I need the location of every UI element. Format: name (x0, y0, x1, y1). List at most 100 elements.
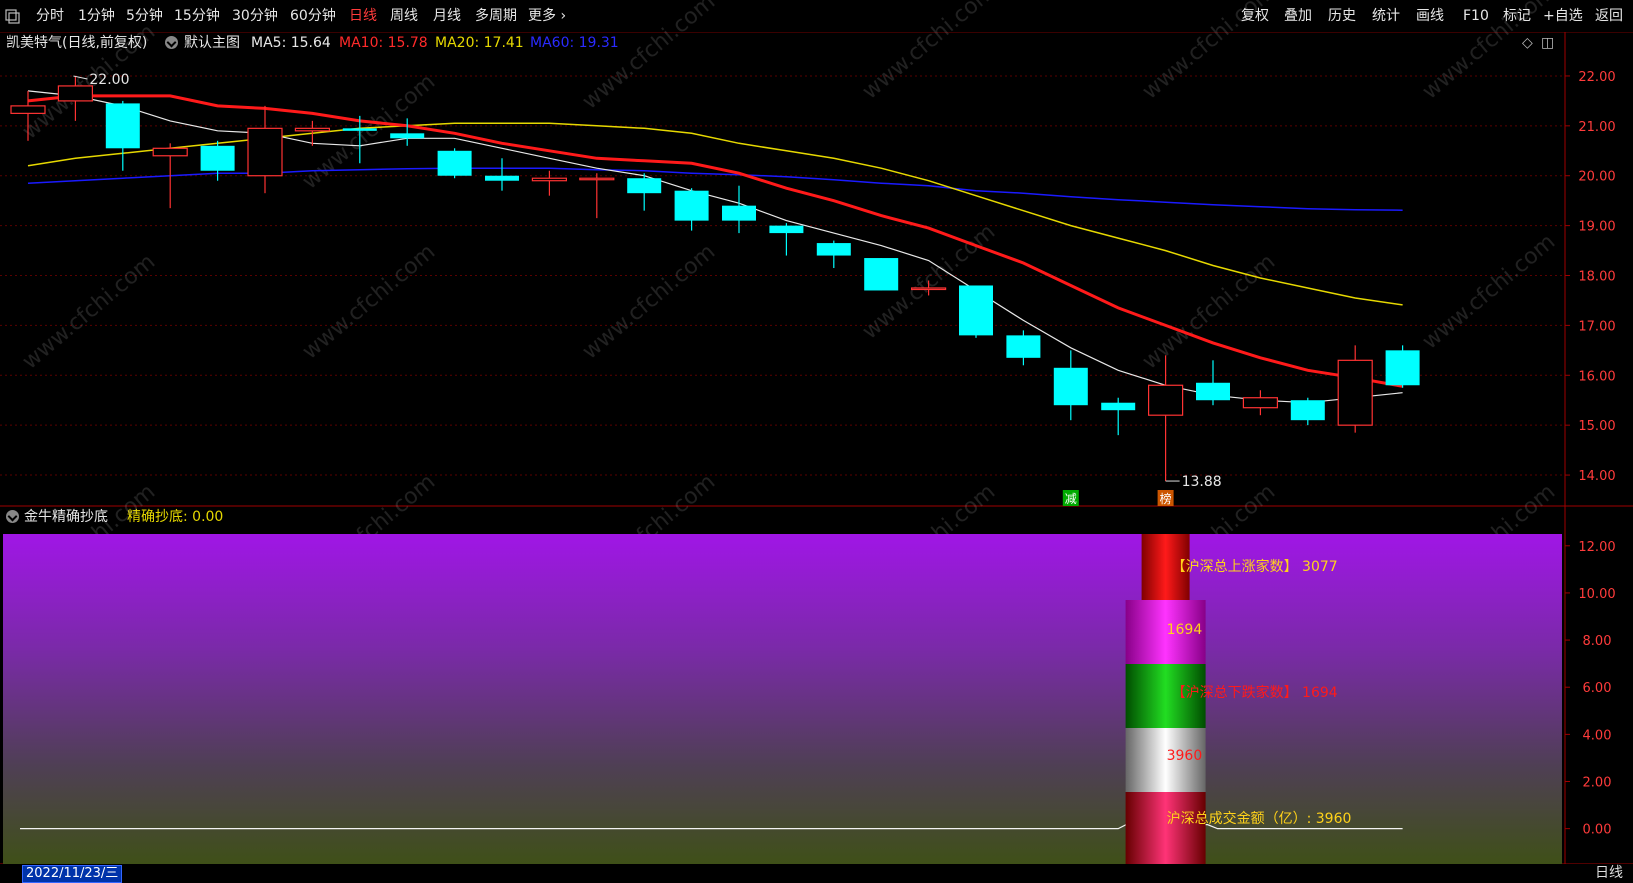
candle-body (864, 258, 899, 291)
mid1-bar (1125, 600, 1206, 664)
overlay-button[interactable]: 叠加 (1284, 0, 1312, 32)
main-y-tick-label: 18.00 (1578, 270, 1615, 285)
sub-y-tick-label: 0.00 (1583, 823, 1612, 838)
candle (864, 258, 899, 291)
back-button[interactable]: 返回 (1595, 0, 1623, 32)
low-label: 13.88 (1182, 474, 1222, 490)
tab-15min[interactable]: 15分钟 (174, 0, 220, 32)
candle (1147, 355, 1184, 482)
statistics-button[interactable]: 统计 (1372, 0, 1400, 32)
candle-body (1053, 367, 1088, 406)
candle (627, 173, 662, 211)
template-label[interactable]: 默认主图 (184, 32, 240, 54)
candle (1101, 397, 1136, 436)
signal-marker (1157, 490, 1174, 506)
ma20-label: MA20: 17.41 (435, 35, 524, 51)
turnover-bar (1125, 792, 1206, 864)
watermark-text: www.cfchi.com (298, 469, 440, 594)
candle (390, 118, 425, 146)
watermark-text: www.cfchi.com (858, 479, 1000, 604)
turnover-label: 沪深总成交金额（亿）: 3960 (1167, 810, 1352, 827)
watermark-text: www.cfchi.com (578, 469, 720, 594)
indicator-title: 金牛精确抄底 (24, 509, 108, 525)
candle-body (294, 127, 330, 132)
candle-body (1290, 400, 1325, 421)
indicator-dropdown-icon[interactable] (6, 506, 19, 528)
watermark-text: www.cfchi.com (1138, 249, 1280, 374)
main-y-tick-label: 21.00 (1578, 120, 1615, 135)
sub-y-tick-label: 12.00 (1578, 540, 1615, 555)
mid1-label: 1694 (1167, 622, 1203, 638)
tab-more[interactable]: 更多 › (528, 0, 566, 32)
x-axis-bar: 2022/11/23/三 日线 (0, 864, 1633, 883)
main-y-tick-label: 15.00 (1578, 419, 1615, 434)
candle (105, 100, 140, 171)
main-y-tick-label: 17.00 (1578, 319, 1615, 334)
mark-button[interactable]: 标记 (1503, 0, 1531, 32)
candle (1242, 390, 1279, 416)
tab-daily[interactable]: 日线 (349, 0, 377, 32)
selected-date: 2022/11/23/三 (22, 865, 123, 883)
candle (769, 223, 804, 256)
candle (1290, 397, 1325, 426)
candle (1053, 350, 1088, 421)
down-count-label: 【沪深总下跌家数】 1694 (1172, 684, 1338, 701)
candle (1385, 345, 1420, 388)
candle-body (342, 128, 377, 131)
candle (910, 280, 947, 296)
watermark-text: www.cfchi.com (858, 219, 1000, 344)
period-toolbar: 分时 1分钟 5分钟 15分钟 30分钟 60分钟 日线 周线 月线 多周期 更… (0, 0, 1633, 33)
candle-body (674, 190, 709, 221)
tab-5min[interactable]: 5分钟 (126, 0, 163, 32)
candle (959, 285, 993, 338)
draw-button[interactable]: 画线 (1416, 0, 1444, 32)
signal-marker (1062, 490, 1079, 506)
candle-body (531, 177, 568, 182)
add-watchlist-button[interactable]: +自选 (1543, 0, 1583, 32)
restore-window-icon[interactable] (4, 0, 24, 32)
watermark-text: www.cfchi.com (18, 479, 160, 604)
tab-30min[interactable]: 30分钟 (232, 0, 278, 32)
candle (1196, 360, 1230, 406)
diamond-icon[interactable]: ◇ (1522, 32, 1533, 54)
candle (200, 140, 235, 181)
history-button[interactable]: 历史 (1328, 0, 1356, 32)
panel-toggle-icon[interactable]: ◫ (1541, 32, 1554, 54)
candle-body (1147, 384, 1184, 416)
stock-title: 凯美特气(日线,前复权) (6, 35, 148, 51)
tab-weekly[interactable]: 周线 (390, 0, 418, 32)
indicator-line (20, 824, 1403, 830)
watermark-text: www.cfchi.com (1138, 479, 1280, 604)
ma60-line (27, 167, 1403, 211)
watermark-text: www.cfchi.com (578, 699, 720, 824)
main-y-tick-label: 22.00 (1578, 70, 1615, 85)
candle-body (959, 285, 993, 336)
period-label[interactable]: 日线 (1595, 864, 1623, 882)
candle-body (200, 145, 235, 171)
tab-multi-period[interactable]: 多周期 (475, 0, 517, 32)
tab-monthly[interactable]: 月线 (433, 0, 461, 32)
sub-chart-background (3, 534, 1562, 864)
template-dropdown-icon[interactable] (165, 32, 178, 54)
f10-button[interactable]: F10 (1463, 0, 1489, 32)
candle (437, 148, 472, 179)
candle-body (437, 150, 472, 176)
watermark-text: www.cfchi.com (298, 689, 440, 814)
indicator-value: 精确抄底: 0.00 (127, 509, 224, 525)
sub-y-tick-label: 4.00 (1583, 728, 1612, 743)
mid2-bar (1125, 728, 1206, 792)
ma5-line (27, 90, 1403, 404)
candle (57, 75, 94, 121)
tab-intraday[interactable]: 分时 (36, 0, 64, 32)
ma60-label: MA60: 19.31 (530, 35, 619, 51)
candle-body (910, 287, 947, 291)
tab-1min[interactable]: 1分钟 (78, 0, 115, 32)
adjust-button[interactable]: 复权 (1241, 0, 1269, 32)
sub-y-tick-label: 10.00 (1578, 587, 1615, 602)
tab-60min[interactable]: 60分钟 (290, 0, 336, 32)
watermark-text: www.cfchi.com (1138, 689, 1280, 814)
candle (1337, 345, 1373, 433)
watermark-text: www.cfchi.com (858, 699, 1000, 824)
watermark-text: www.cfchi.com (1418, 479, 1560, 604)
sub-y-tick-label: 2.00 (1583, 776, 1612, 791)
